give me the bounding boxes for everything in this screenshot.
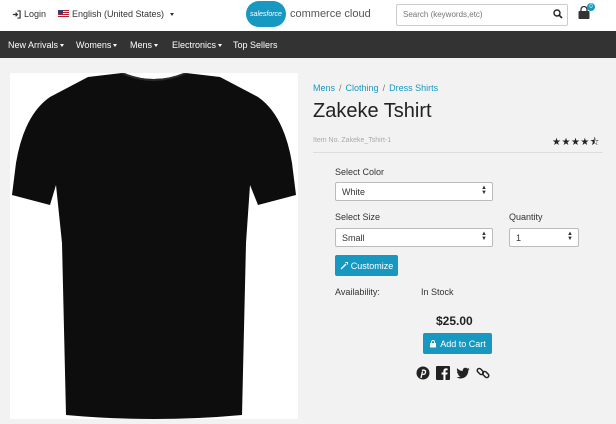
breadcrumb-separator: / bbox=[382, 83, 386, 93]
logo-small-text: salesforce bbox=[250, 10, 282, 18]
caret-down-icon bbox=[113, 43, 118, 47]
language-label: English (United States) bbox=[72, 9, 165, 19]
caret-down-icon bbox=[218, 43, 223, 47]
select-arrows-icon: ▲ ▼ bbox=[481, 185, 487, 196]
size-value: Small bbox=[342, 233, 365, 243]
magic-wand-icon bbox=[340, 261, 348, 269]
search-box bbox=[396, 4, 568, 26]
caret-down-icon bbox=[60, 43, 65, 47]
twitter-icon[interactable] bbox=[456, 366, 470, 380]
salesforce-cloud-logo: salesforce bbox=[246, 1, 286, 27]
nav-item-top-sellers[interactable]: Top Sellers bbox=[233, 40, 278, 50]
breadcrumb-item[interactable]: Dress Shirts bbox=[389, 83, 438, 93]
nav-item-mens[interactable]: Mens bbox=[130, 40, 159, 50]
login-label: Login bbox=[24, 9, 47, 19]
divider bbox=[313, 152, 603, 153]
facebook-icon[interactable] bbox=[436, 366, 450, 380]
product-image[interactable] bbox=[10, 72, 298, 419]
customize-label: Customize bbox=[350, 260, 394, 271]
star-icon: ★ bbox=[570, 137, 581, 148]
quantity-select[interactable]: 1 ▲ ▼ bbox=[509, 228, 579, 247]
quantity-label: Quantity bbox=[509, 212, 543, 222]
rating-stars: ★★★★⯪ bbox=[552, 135, 600, 152]
tshirt-image bbox=[12, 72, 296, 419]
size-label: Select Size bbox=[335, 212, 381, 222]
search-icon[interactable] bbox=[553, 9, 563, 19]
product-price: $25.00 bbox=[436, 314, 473, 328]
color-label: Select Color bbox=[335, 167, 385, 177]
nav-item-label: Electronics bbox=[172, 40, 217, 50]
product-title: Zakeke Tshirt bbox=[313, 100, 432, 122]
half-star-icon: ⯪ bbox=[589, 137, 600, 148]
main-nav: New Arrivals Womens Mens Electronics Top… bbox=[0, 31, 616, 58]
breadcrumb-item[interactable]: Clothing bbox=[346, 83, 379, 93]
sign-in-icon bbox=[12, 9, 21, 19]
nav-item-label: Mens bbox=[130, 40, 153, 50]
breadcrumb-item[interactable]: Mens bbox=[313, 83, 335, 93]
add-to-cart-button[interactable]: Add to Cart bbox=[423, 333, 492, 354]
link-icon[interactable] bbox=[476, 366, 490, 380]
breadcrumb-separator: / bbox=[339, 83, 342, 93]
size-select[interactable]: Small ▲ ▼ bbox=[335, 228, 493, 247]
item-number: Item No. Zakeke_Tshirt-1 bbox=[313, 137, 392, 144]
color-select[interactable]: White ▲ ▼ bbox=[335, 182, 493, 201]
nav-item-label: Top Sellers bbox=[233, 40, 278, 50]
language-selector[interactable]: English (United States) bbox=[58, 9, 175, 19]
shopping-bag-icon bbox=[430, 339, 437, 347]
nav-item-label: Womens bbox=[76, 40, 112, 50]
us-flag-icon bbox=[58, 10, 69, 18]
logo-text: commerce cloud bbox=[290, 8, 371, 20]
nav-item-electronics[interactable]: Electronics bbox=[172, 40, 223, 50]
chevron-down-icon bbox=[170, 12, 175, 16]
star-icon: ★ bbox=[580, 137, 590, 148]
customize-button[interactable]: Customize bbox=[335, 255, 398, 276]
search-input[interactable] bbox=[401, 9, 550, 20]
star-icon: ★ bbox=[561, 137, 571, 148]
nav-item-label: New Arrivals bbox=[8, 40, 59, 50]
nav-item-new-arrivals[interactable]: New Arrivals bbox=[8, 40, 65, 50]
breadcrumb: Mens / Clothing / Dress Shirts bbox=[313, 83, 438, 93]
add-to-cart-label: Add to Cart bbox=[440, 338, 486, 349]
site-logo[interactable]: salesforce commerce cloud bbox=[246, 1, 371, 27]
availability-label: Availability: bbox=[335, 287, 380, 297]
top-bar: Login English (United States) salesforce… bbox=[0, 0, 616, 31]
cart-count-badge: 0 bbox=[587, 3, 595, 11]
caret-down-icon bbox=[154, 43, 159, 47]
select-arrows-icon: ▲ ▼ bbox=[567, 231, 573, 242]
color-value: White bbox=[342, 187, 366, 197]
select-arrows-icon: ▲ ▼ bbox=[481, 231, 487, 242]
pinterest-icon[interactable] bbox=[416, 366, 430, 380]
quantity-value: 1 bbox=[516, 233, 522, 243]
login-link[interactable]: Login bbox=[12, 9, 46, 19]
availability-value: In Stock bbox=[421, 287, 454, 297]
nav-item-womens[interactable]: Womens bbox=[76, 40, 118, 50]
